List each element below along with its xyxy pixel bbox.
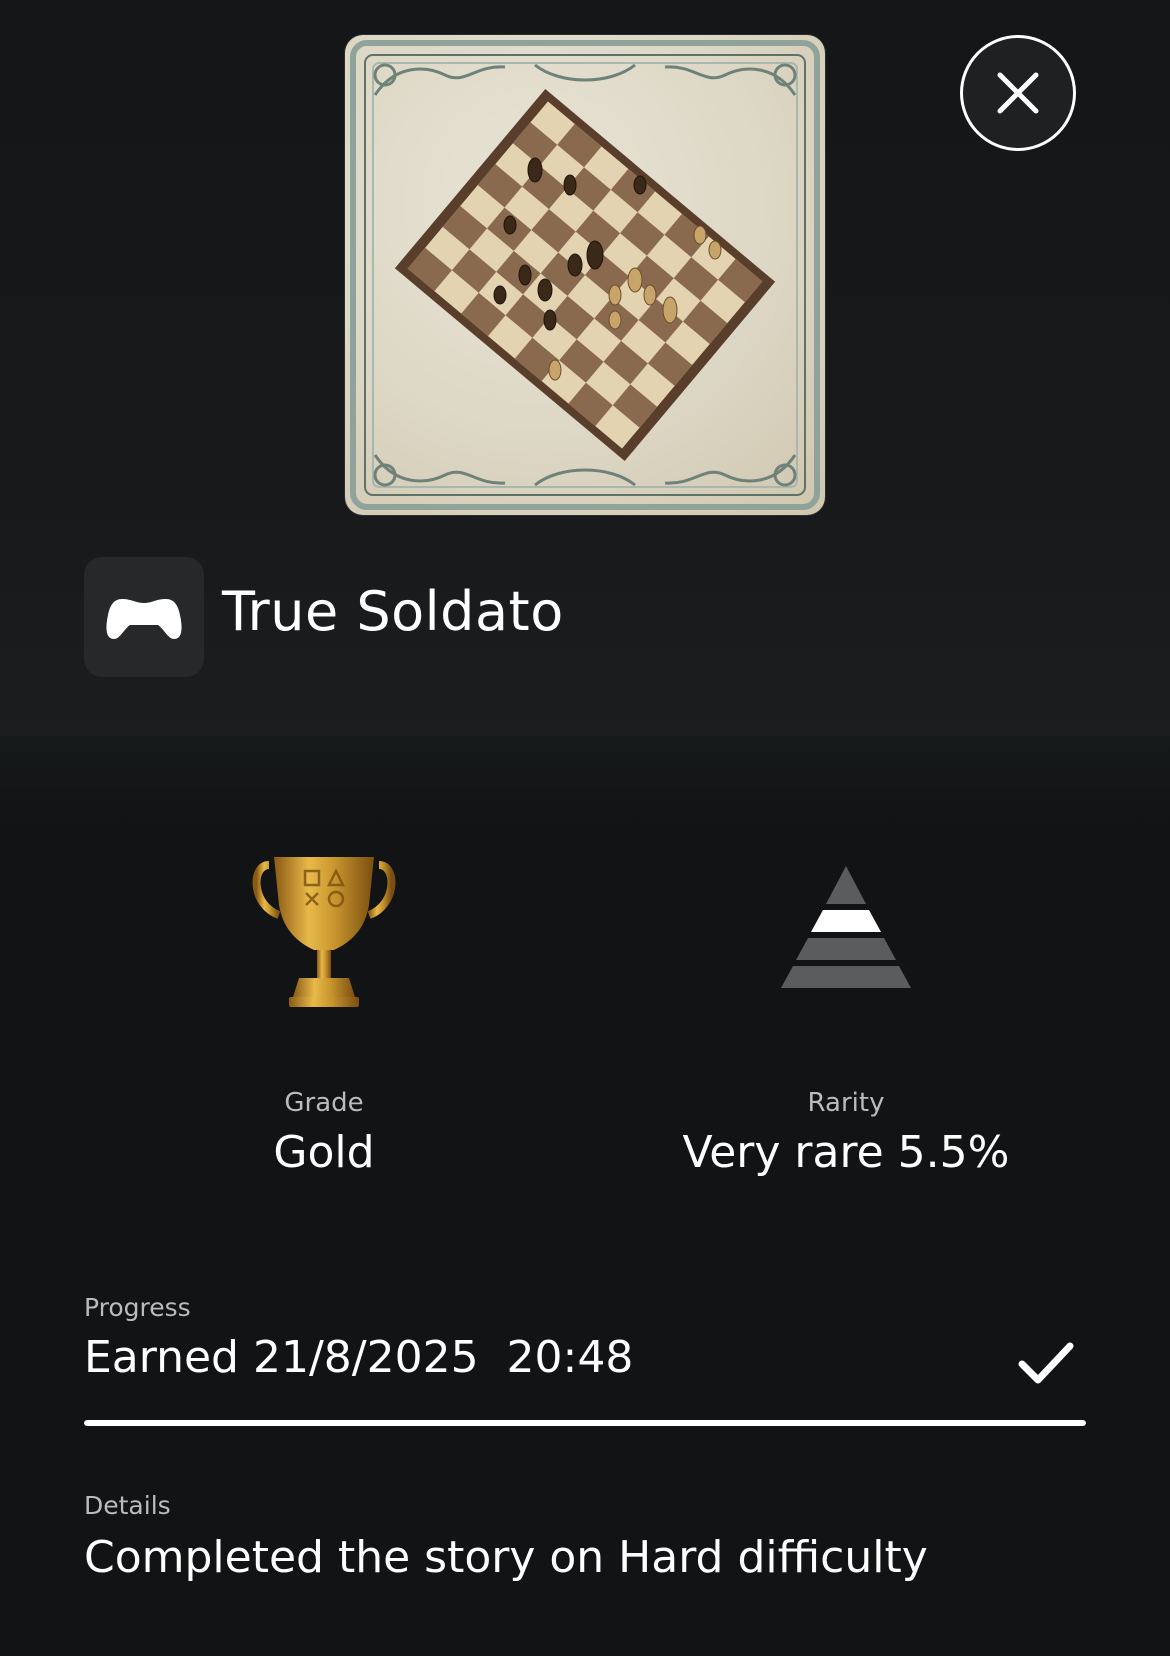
- progress-label: Progress: [84, 1293, 191, 1322]
- progress-bar: [84, 1420, 1086, 1426]
- grade-value: Gold: [273, 1127, 375, 1178]
- progress-section: Progress Earned 21/8/2025 20:48: [84, 1290, 1086, 1426]
- close-icon: [997, 72, 1039, 114]
- progress-bar-fill: [84, 1420, 1086, 1426]
- grade-label: Grade: [284, 1088, 364, 1118]
- progress-value: Earned 21/8/2025 20:48: [84, 1332, 634, 1383]
- details-section: Details Completed the story on Hard diff…: [84, 1488, 1086, 1586]
- gold-trophy-icon: [74, 840, 574, 1020]
- header-divider: [0, 736, 1170, 826]
- rarity-stat: Rarity Very rare 5.5%: [596, 840, 1096, 1180]
- checkmark-icon: [1018, 1342, 1074, 1384]
- gamepad-icon: [106, 599, 182, 639]
- details-value: Completed the story on Hard difficulty: [84, 1532, 928, 1583]
- rarity-pyramid-icon: [596, 840, 1096, 1020]
- close-button[interactable]: [960, 35, 1076, 151]
- rarity-value: Very rare 5.5%: [682, 1127, 1010, 1178]
- details-label: Details: [84, 1491, 171, 1520]
- trophy-image: [345, 35, 825, 515]
- game-icon: [84, 557, 204, 677]
- grade-stat: Grade Gold: [74, 840, 574, 1180]
- trophy-name: True Soldato: [222, 580, 564, 643]
- rarity-label: Rarity: [807, 1088, 885, 1118]
